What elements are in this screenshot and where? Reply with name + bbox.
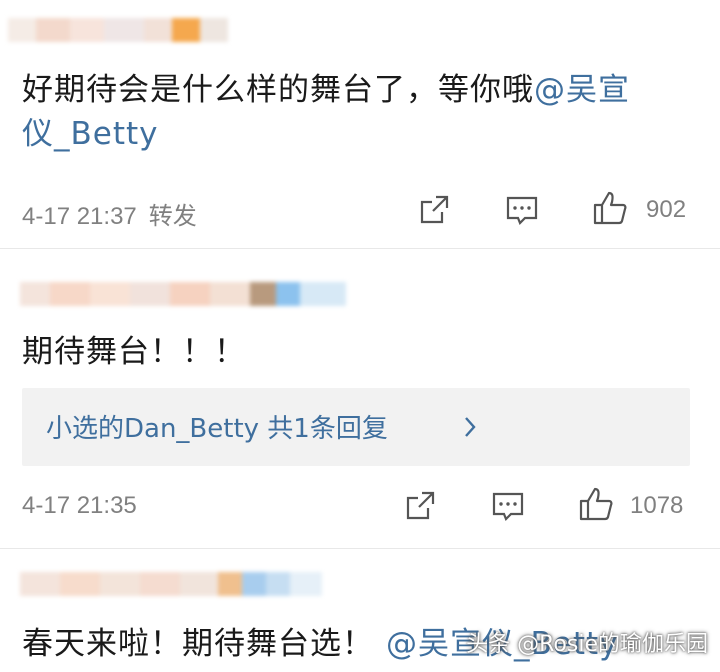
mention-link[interactable]: 仪_Betty (22, 106, 159, 162)
reply-summary-text: 小选的Dan_Betty 共1条回复 (46, 414, 388, 444)
watermark: 头条 @Rosie的瑜伽乐园 (466, 632, 708, 657)
like-icon[interactable] (592, 190, 628, 226)
like-count: 1078 (630, 492, 684, 519)
comment-item: 期待舞台！！！ 小选的Dan_Betty 共1条回复 4-17 21:35 10… (0, 250, 720, 550)
like-count: 902 (646, 196, 687, 223)
comment-item: 好期待会是什么样的舞台了，等你哦@吴宣 仪_Betty 4-17 21:37 转发… (0, 0, 720, 250)
share-icon[interactable] (416, 192, 452, 228)
forward-link[interactable]: 转发 (149, 202, 197, 230)
reply-summary[interactable]: 小选的Dan_Betty 共1条回复 (22, 388, 690, 466)
mention-link[interactable]: @吴宣 (534, 72, 630, 108)
comment-icon[interactable] (504, 192, 540, 228)
share-icon[interactable] (402, 488, 438, 524)
chevron-right-icon (462, 414, 478, 440)
like-icon[interactable] (578, 486, 614, 522)
username-blurred[interactable] (20, 282, 346, 306)
comment-text: 期待舞台！！！ (22, 334, 246, 370)
comment-timestamp: 4-17 21:35 (22, 492, 137, 519)
comment-timestamp: 4-17 21:37 (22, 203, 137, 230)
username-blurred[interactable] (20, 572, 322, 596)
comment-meta: 4-17 21:35 (22, 492, 137, 520)
username-blurred[interactable] (8, 18, 228, 42)
divider (0, 248, 720, 249)
divider (0, 548, 720, 549)
comment-icon[interactable] (490, 488, 526, 524)
comment-meta: 4-17 21:37 转发 (22, 196, 197, 231)
